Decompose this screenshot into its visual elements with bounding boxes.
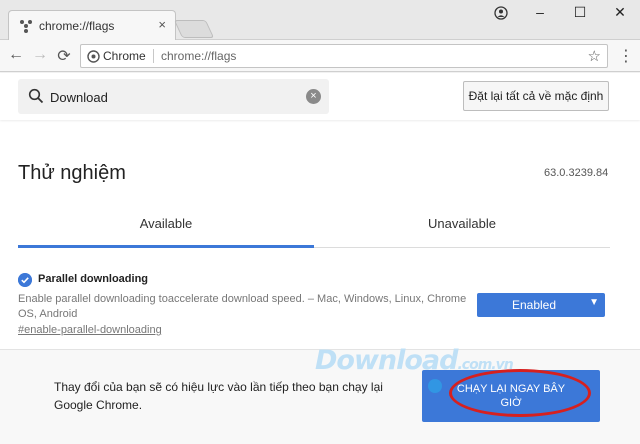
dropdown-caret-icon: ▼: [589, 297, 599, 308]
page-title: Thử nghiệm: [18, 162, 126, 184]
close-window-button[interactable]: ✕: [610, 4, 630, 21]
tab-flags[interactable]: chrome://flags ×: [8, 10, 176, 41]
title-bar: chrome://flags × – ☐ ✕: [0, 0, 640, 41]
flag-anchor-link[interactable]: #enable-parallel-downloading: [18, 324, 162, 336]
clear-search-icon[interactable]: ×: [306, 89, 321, 104]
back-button[interactable]: ←: [6, 46, 26, 64]
relaunch-message: Thay đổi của bạn sẽ có hiệu lực vào lần …: [54, 380, 383, 412]
flag-title: Parallel downloading: [38, 273, 149, 285]
address-separator: [153, 49, 154, 63]
blue-dot-decoration: [428, 379, 442, 393]
watermark-main: Download: [315, 345, 458, 376]
version-label: 63.0.3239.84: [544, 167, 609, 179]
reset-all-button[interactable]: Đặt lại tất cả về mặc định: [463, 81, 609, 111]
flag-description: Enable parallel downloading toaccelerate…: [18, 293, 467, 320]
search-icon: [28, 88, 44, 104]
tab-available[interactable]: Available: [18, 216, 314, 231]
address-bar[interactable]: Chrome chrome://flags ☆: [80, 44, 608, 68]
profile-icon[interactable]: [494, 6, 508, 20]
flags-tabs: Available Unavailable: [18, 203, 610, 248]
search-box[interactable]: ×: [18, 79, 329, 114]
tab-title: chrome://flags: [39, 19, 115, 33]
forward-button[interactable]: →: [30, 46, 50, 64]
highlight-ring: [449, 369, 591, 417]
chrome-page-icon: [87, 50, 100, 63]
origin-chip: Chrome: [103, 49, 146, 63]
maximize-button[interactable]: ☐: [570, 4, 590, 21]
check-circle-icon: [18, 273, 32, 287]
bookmark-star-icon[interactable]: ☆: [588, 47, 601, 65]
toolbar: ← → ⟳ Chrome chrome://flags ☆ ⋮: [0, 40, 640, 72]
minimize-button[interactable]: –: [530, 4, 550, 20]
menu-icon[interactable]: ⋮: [618, 46, 634, 66]
flag-state-select[interactable]: Enabled ▼: [477, 293, 605, 317]
reload-button[interactable]: ⟳: [54, 46, 74, 66]
search-header: × Đặt lại tất cả về mặc định: [0, 73, 640, 120]
flag-state-value: Enabled: [511, 298, 557, 312]
search-input[interactable]: [50, 87, 300, 107]
flags-page: × Đặt lại tất cả về mặc định Thử nghiệm …: [0, 73, 640, 444]
active-tab-indicator: [18, 245, 314, 248]
tab-close-icon[interactable]: ×: [158, 17, 166, 32]
flask-icon: [20, 20, 32, 33]
tab-unavailable[interactable]: Unavailable: [314, 216, 610, 231]
url-text[interactable]: chrome://flags: [161, 49, 236, 63]
new-tab-button[interactable]: [173, 20, 215, 38]
